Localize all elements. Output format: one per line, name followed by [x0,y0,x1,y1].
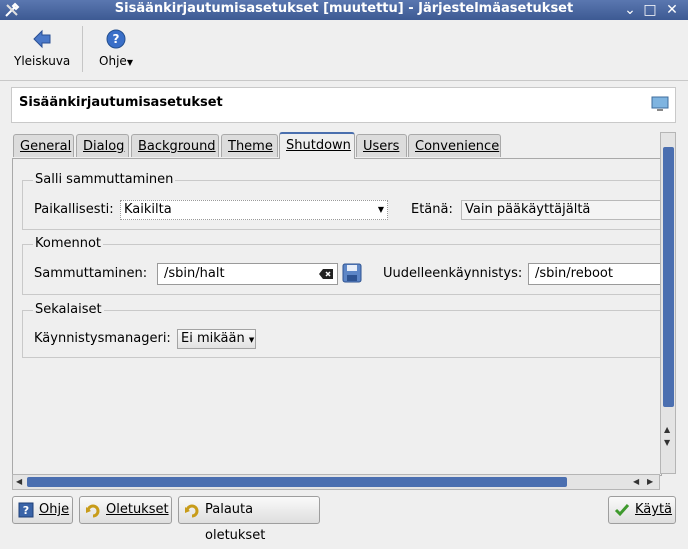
halt-command-input[interactable]: /sbin/halt [157,263,338,285]
local-shutdown-select[interactable]: Kaikilta ▼ [120,200,388,220]
scroll-right-icon[interactable]: ◀ [633,477,639,486]
scroll-down-icon[interactable]: ▼ [664,438,670,447]
tab-label: Shutdown [286,138,351,153]
scroll-left-icon[interactable]: ◀ [16,477,22,486]
reset-defaults-button-label: Palauta oletukset [205,502,266,543]
undo-icon [86,504,100,518]
dropdown-arrow-icon: ▼ [377,205,384,214]
save-icon[interactable] [342,263,362,283]
svg-text:?: ? [23,504,29,517]
scroll-right-icon[interactable]: ▶ [647,477,653,486]
tab-background[interactable]: Background [131,134,219,157]
tab-label: General [20,139,72,154]
halt-command-value: /sbin/halt [164,266,225,281]
tab-shutdown[interactable]: Shutdown [279,132,355,159]
help-icon: ? [106,29,126,49]
clear-icon[interactable] [318,268,334,280]
reboot-label: Uudelleenkäynnistys: [383,266,523,281]
bootmgr-select[interactable]: Ei mikään ▼ [177,329,256,349]
remote-shutdown-select[interactable]: Vain pääkäyttäjältä [461,200,661,220]
dropdown-arrow-icon: ▼ [126,58,133,67]
halt-label: Sammuttaminen: [34,266,148,281]
help-button[interactable]: ? Ohje [12,496,73,524]
defaults-button-label: Oletukset [106,502,169,517]
apply-button-label: Käytä [635,502,673,517]
reset-defaults-button[interactable]: Palauta oletukset [178,496,320,543]
tab-dialog[interactable]: Dialog [76,134,129,157]
page-title: Sisäänkirjautumisasetukset [19,95,223,110]
window-titlebar[interactable]: Sisäänkirjautumisasetukset [muutettu] - … [0,0,688,20]
defaults-button[interactable]: Oletukset [79,496,172,524]
horizontal-scroll-thumb[interactable] [27,477,567,487]
help-button-label: Ohje [39,502,70,517]
help-label: Ohje [99,54,127,68]
tab-label: Convenience [415,139,500,154]
misc-group-title: Sekalaiset [33,302,104,317]
vertical-scroll-thumb[interactable] [663,147,674,407]
tab-convenience[interactable]: Convenience [408,134,501,157]
monitor-icon [651,96,669,111]
module-header: Sisäänkirjautumisasetukset [11,87,676,123]
tab-label: Users [363,139,400,154]
back-arrow-icon [33,29,51,49]
shutdown-panel: Salli sammuttaminen Paikallisesti: Kaiki… [12,158,662,476]
remote-shutdown-value: Vain pääkäyttäjältä [465,202,591,217]
local-label: Paikallisesti: [34,202,114,217]
tab-users[interactable]: Users [356,134,407,157]
dropdown-arrow-icon: ▼ [248,336,255,344]
maximize-icon[interactable]: □ [642,2,658,18]
apply-button[interactable]: Käytä [608,496,676,524]
scroll-up-icon[interactable]: ▲ [664,425,670,434]
bootmgr-value: Ei mikään [181,331,245,346]
window-title: Sisäänkirjautumisasetukset [muutettu] - … [114,1,574,16]
svg-text:?: ? [113,32,120,46]
tab-theme[interactable]: Theme [221,134,278,157]
undo-icon [185,504,199,518]
remote-label: Etänä: [411,202,453,217]
toolbar: Yleiskuva ? Ohje▼ [0,20,688,81]
overview-label: Yleiskuva [14,54,71,68]
minimize-icon[interactable]: ⌄ [622,2,638,18]
horizontal-scrollbar[interactable]: ◀ ◀ ▶ [12,474,660,490]
tab-label: Theme [228,139,273,154]
local-shutdown-value: Kaikilta [124,202,172,217]
tab-label: Dialog [83,139,125,154]
reboot-command-value: /sbin/reboot [535,266,613,281]
checkmark-icon [614,504,630,517]
tab-general[interactable]: General [13,134,74,157]
bootmgr-label: Käynnistysmanageri: [34,331,171,346]
reboot-command-input[interactable]: /sbin/reboot [528,263,661,285]
tab-label: Background [138,139,216,154]
commands-group-title: Komennot [33,236,104,251]
close-icon[interactable]: ✕ [664,2,680,18]
toolbar-separator [82,26,83,72]
vertical-scrollbar[interactable]: ▲ ▼ [660,132,676,474]
help-menu-button[interactable]: ? Ohje▼ [96,28,136,68]
help-book-icon: ? [18,502,34,518]
overview-button[interactable]: Yleiskuva [14,28,70,68]
allow-shutdown-group-title: Salli sammuttaminen [33,172,176,187]
